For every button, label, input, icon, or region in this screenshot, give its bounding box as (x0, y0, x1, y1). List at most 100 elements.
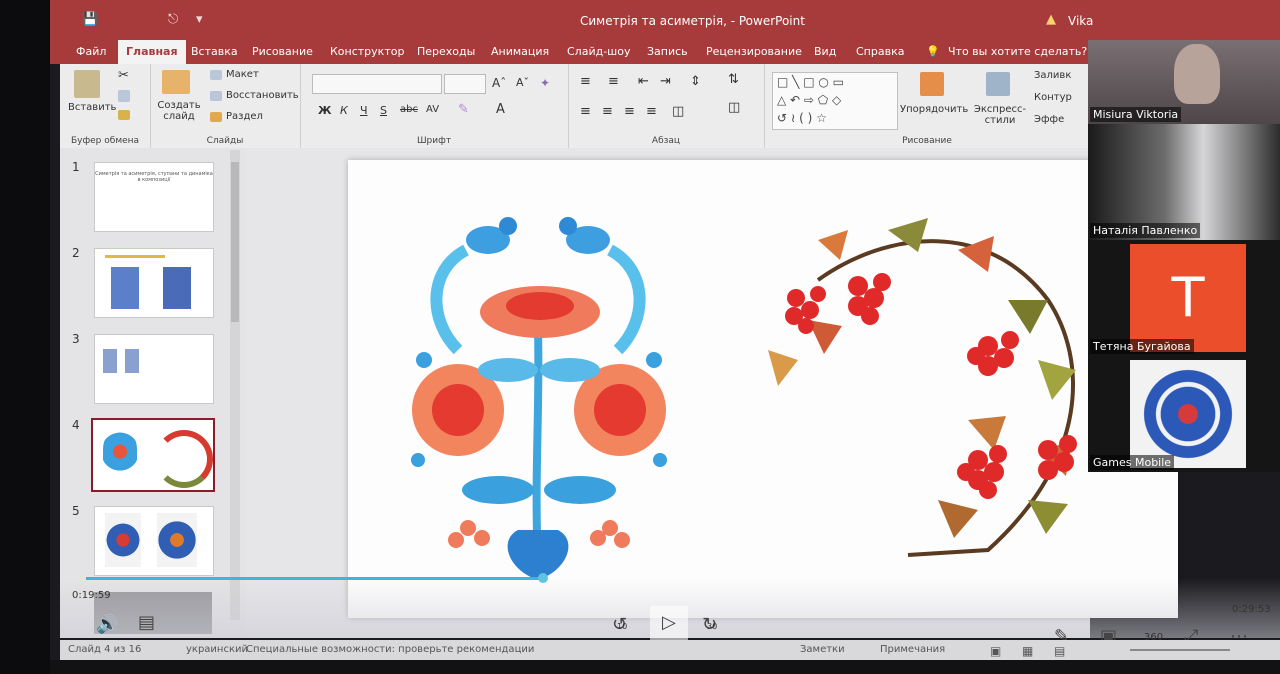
font-size-select[interactable] (444, 74, 486, 94)
progress-handle[interactable] (538, 573, 548, 583)
thumbnail-picture (103, 349, 117, 373)
grow-font-icon[interactable]: Aˆ (492, 76, 506, 90)
slide-thumbnail-5[interactable] (94, 506, 214, 576)
char-spacing-button[interactable]: AV (426, 104, 439, 115)
font-family-select[interactable] (312, 74, 442, 94)
paste-button[interactable]: Вставить (68, 102, 116, 113)
tab-record[interactable]: Запись (647, 45, 688, 58)
customize-qat-icon[interactable]: ▾ (196, 12, 203, 27)
accessibility-status[interactable]: Специальные возможности: проверьте реком… (246, 644, 534, 655)
tab-view[interactable]: Вид (814, 45, 836, 58)
language-indicator[interactable]: украинский (186, 644, 248, 655)
paragraph-group-label: Абзац (651, 136, 681, 146)
comments-button[interactable]: Примечания (880, 644, 945, 655)
current-slide[interactable] (348, 160, 1178, 618)
new-slide-icon[interactable] (162, 70, 190, 94)
underline-button[interactable]: Ч (360, 104, 368, 117)
text-direction-icon[interactable]: ⇅ (728, 72, 739, 87)
tab-animations[interactable]: Анимация (491, 45, 549, 58)
reset-button[interactable]: Восстановить (226, 90, 299, 101)
clipboard-group-label: Буфер обмена (70, 136, 140, 146)
save-icon[interactable]: 💾 (82, 12, 98, 27)
participant-tile-3[interactable]: T Тетяна Бугайова (1088, 240, 1280, 356)
ribbon: Вставить ✂ Буфер обмена Создать слайд Ма… (60, 64, 1090, 149)
tab-transitions[interactable]: Переходы (417, 45, 475, 58)
align-left-icon[interactable]: ≡ (580, 104, 591, 119)
arrange-button[interactable]: Упорядочить (900, 104, 968, 115)
justify-icon[interactable]: ≡ (646, 104, 657, 119)
line-spacing-icon[interactable]: ⇕ (690, 74, 701, 89)
thumbnail-picture (155, 430, 213, 488)
bold-button[interactable]: Ж (318, 104, 331, 117)
notes-button[interactable]: Заметки (800, 644, 845, 655)
layout-button[interactable]: Макет (226, 69, 259, 80)
shape-outline-button[interactable]: Контур (1034, 92, 1072, 103)
thumbnail-picture (157, 513, 197, 567)
slide-thumbnail-1[interactable]: Симетрія та асиметрія, ступани та динамі… (94, 162, 214, 232)
scrollbar-thumb[interactable] (231, 162, 239, 322)
monitor-bezel (50, 660, 1280, 674)
reading-view-icon[interactable]: ▤ (1054, 644, 1065, 658)
tab-design[interactable]: Конструктор (330, 45, 404, 58)
participant-tile-2[interactable]: Наталія Павленко (1088, 124, 1280, 240)
bullets-icon[interactable]: ≡ (580, 74, 591, 89)
section-button[interactable]: Раздел (226, 111, 263, 122)
volume-icon[interactable]: 🔊 (96, 614, 118, 635)
thumbnail-picture (125, 349, 139, 373)
new-slide-button[interactable]: Создать слайд (154, 100, 204, 122)
participant-tile-1[interactable]: Misiura Viktoria (1088, 40, 1280, 124)
format-painter-icon[interactable] (118, 110, 130, 120)
slide-counter: Слайд 4 из 16 (68, 644, 142, 655)
shadow-button[interactable]: S (380, 104, 387, 117)
clear-format-icon[interactable]: ✦ (540, 76, 550, 90)
shapes-gallery[interactable]: □ ╲ □ ○ ▭ △ ↶ ⇨ ⬠ ◇ ↺ ≀ ( ) ☆ (772, 72, 898, 130)
tab-help[interactable]: Справка (856, 45, 904, 58)
zoom-slider[interactable] (1130, 649, 1230, 651)
tab-slideshow[interactable]: Слайд-шоу (567, 45, 630, 58)
tab-file[interactable]: Файл (76, 45, 106, 58)
align-text-icon[interactable]: ◫ (728, 100, 740, 115)
status-bar: Слайд 4 из 16 украинский Специальные воз… (60, 640, 1280, 660)
user-name[interactable]: Vika (1068, 14, 1093, 28)
slide-artwork (411, 217, 1077, 580)
slide-thumbnail-2[interactable] (94, 248, 214, 318)
shape-fill-button[interactable]: Заливк (1034, 70, 1071, 81)
align-center-icon[interactable]: ≡ (602, 104, 613, 119)
participant-picture (1130, 360, 1246, 468)
slide-thumbnail-3[interactable] (94, 334, 214, 404)
play-button[interactable]: ▷ (650, 606, 688, 642)
thumbnail-highlight (105, 255, 165, 258)
present-icon[interactable]: ⎋ (168, 12, 178, 27)
shrink-font-icon[interactable]: Aˇ (516, 76, 529, 89)
columns-icon[interactable]: ◫ (672, 104, 684, 119)
tab-home[interactable]: Главная (118, 40, 186, 64)
paste-icon[interactable] (74, 70, 100, 98)
numbering-icon[interactable]: ≡ (608, 74, 619, 89)
increase-indent-icon[interactable]: ⇥ (660, 74, 671, 89)
font-color-icon[interactable]: A (496, 102, 505, 117)
quick-styles-icon[interactable] (986, 72, 1010, 96)
tab-review[interactable]: Рецензирование (706, 45, 802, 58)
shape-effects-button[interactable]: Эффе (1034, 114, 1064, 125)
align-right-icon[interactable]: ≡ (624, 104, 635, 119)
highlight-icon[interactable]: ✎ (458, 102, 469, 117)
tab-draw[interactable]: Рисование (252, 45, 313, 58)
decrease-indent-icon[interactable]: ⇤ (638, 74, 649, 89)
lightbulb-icon: 💡 (926, 45, 940, 58)
participant-tile-4[interactable]: Games Mobile (1088, 356, 1280, 472)
copy-icon[interactable] (118, 90, 130, 102)
normal-view-icon[interactable]: ▣ (990, 644, 1001, 658)
slide-thumbnail-4[interactable] (91, 418, 215, 492)
tab-insert[interactable]: Вставка (191, 45, 238, 58)
tell-me-search[interactable]: Что вы хотите сделать? (948, 45, 1087, 58)
viburnum-wreath-illustration (768, 218, 1077, 557)
strikethrough-button[interactable]: abc (400, 104, 418, 115)
arrange-icon[interactable] (920, 72, 944, 96)
quick-styles-button[interactable]: Экспресс-стили (970, 104, 1030, 126)
italic-button[interactable]: К (340, 104, 348, 117)
captions-icon[interactable]: ▤ (138, 612, 155, 633)
media-progress-bar[interactable] (86, 573, 548, 583)
cut-icon[interactable]: ✂ (118, 68, 129, 83)
thumbnail-scrollbar[interactable] (230, 150, 240, 620)
slide-sorter-icon[interactable]: ▦ (1022, 644, 1033, 658)
